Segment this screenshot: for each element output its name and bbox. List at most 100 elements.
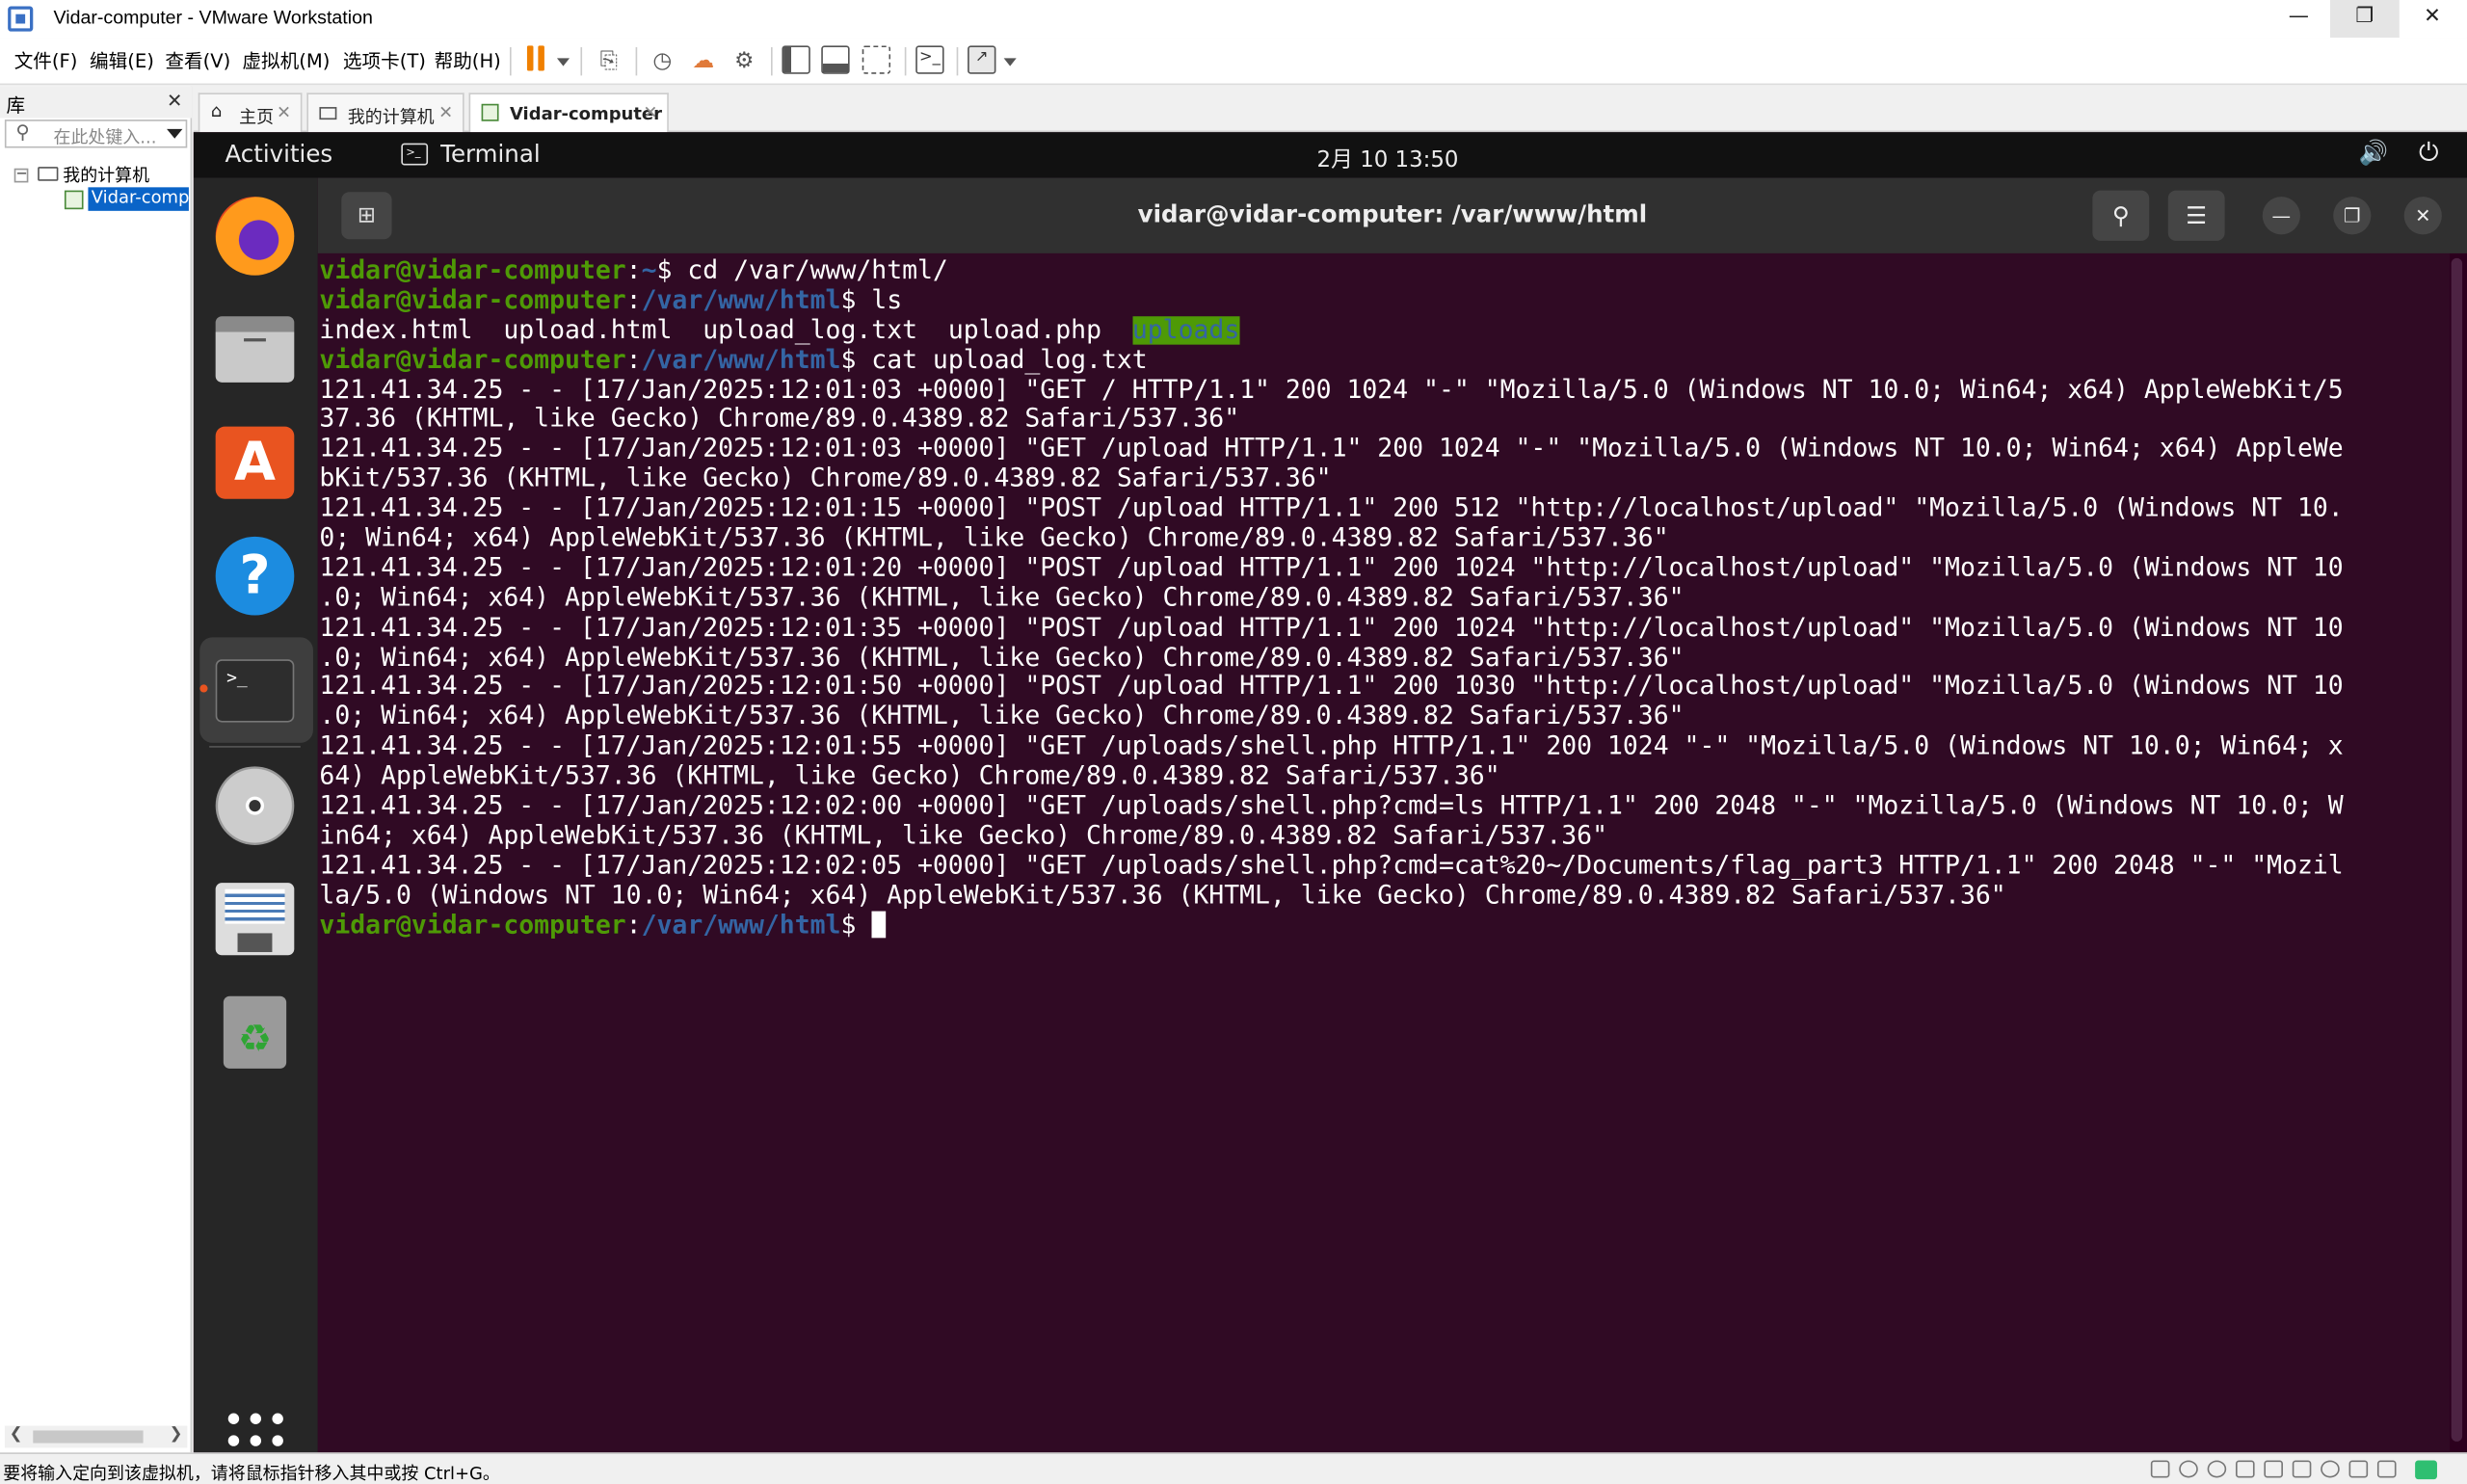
full-screen-icon[interactable] — [862, 45, 891, 74]
log-text: 121.41.34.25 - - [17/Jan/2025:12:01:35 +… — [319, 613, 2344, 642]
scroll-right-icon[interactable]: ❯ — [170, 1426, 183, 1444]
library-search-input[interactable]: ⚲ 在此处键入... — [4, 119, 188, 148]
log-text: 121.41.34.25 - - [17/Jan/2025:12:01:50 +… — [319, 673, 2344, 702]
software-store-icon[interactable]: A — [215, 423, 295, 502]
terminal-line: 64) AppleWebKit/537.36 (KHTML, like Geck… — [319, 762, 2450, 792]
thumbnail-bar-icon[interactable] — [821, 45, 850, 74]
terminal-line: 121.41.34.25 - - [17/Jan/2025:12:02:05 +… — [319, 851, 2450, 881]
vm-display[interactable]: Activities >_ Terminal 2月 10 13:50 🔊 ⏻ A… — [193, 132, 2467, 1453]
search-icon[interactable]: ⚲ — [2092, 190, 2150, 241]
terminal-line: bKit/537.36 (KHTML, like Gecko) Chrome/8… — [319, 464, 2450, 494]
display-icon[interactable] — [2376, 1460, 2397, 1478]
log-text: 121.41.34.25 - - [17/Jan/2025:12:02:05 +… — [319, 851, 2344, 880]
toolbar-separator — [904, 46, 907, 76]
log-text: .0; Win64; x64) AppleWebKit/537.36 (KHTM… — [319, 583, 1684, 612]
close-icon[interactable]: ✕ — [167, 90, 182, 112]
vmware-logo-icon — [8, 6, 34, 32]
network-icon[interactable] — [2264, 1460, 2283, 1478]
cd-drive-icon[interactable] — [2179, 1460, 2198, 1478]
revert-snapshot-icon[interactable]: ☁ — [686, 44, 721, 79]
usb-icon[interactable] — [2292, 1460, 2312, 1478]
maximize-icon[interactable]: ❐ — [2333, 197, 2372, 235]
tree-collapse-toggle[interactable]: − — [13, 168, 29, 183]
files-icon[interactable] — [215, 310, 295, 389]
snapshot-manager-icon[interactable]: ⚙ — [727, 44, 761, 79]
menu-file[interactable]: 文件(F) — [14, 47, 78, 74]
menu-vm[interactable]: 虚拟机(M) — [242, 47, 330, 74]
tree-item-my-computer[interactable]: 我的计算机 — [63, 162, 149, 187]
menu-help[interactable]: 帮助(H) — [435, 47, 501, 74]
window-title: Vidar-computer - VMware Workstation — [53, 6, 373, 29]
terminal-line: 37.36 (KHTML, like Gecko) Chrome/89.0.43… — [319, 405, 2450, 435]
volume-icon[interactable]: 🔊 — [2359, 139, 2389, 167]
stretch-guest-icon[interactable]: ↗ — [968, 45, 996, 74]
scrollbar-thumb[interactable] — [33, 1430, 144, 1444]
toolbar-separator — [956, 46, 959, 76]
log-text: la/5.0 (Windows NT 10.0; Win64; x64) App… — [319, 881, 2006, 910]
terminal-output[interactable]: vidar@vidar-computer:~$ cd /var/www/html… — [317, 252, 2451, 1453]
menu-edit[interactable]: 编辑(E) — [90, 47, 154, 74]
tab-vidar-computer[interactable]: Vidar-computer ✕ — [468, 93, 669, 134]
floppy-icon[interactable] — [215, 880, 295, 959]
library-header: 库 ✕ — [0, 86, 193, 119]
trash-icon[interactable]: ♻ — [216, 993, 295, 1072]
horizontal-scrollbar[interactable]: ❮ ❯ — [4, 1425, 188, 1448]
menu-view[interactable]: 查看(V) — [165, 47, 230, 74]
chevron-down-icon[interactable] — [1003, 58, 1017, 66]
clock[interactable]: 2月 10 13:50 — [1317, 144, 1459, 175]
show-apps-icon[interactable] — [227, 1413, 285, 1453]
cd-drive-icon[interactable] — [2207, 1460, 2227, 1478]
snapshot-icon[interactable]: ◷ — [645, 44, 679, 79]
terminal-cursor — [871, 910, 886, 938]
pause-icon[interactable] — [524, 38, 571, 85]
show-library-icon[interactable] — [782, 45, 810, 74]
power-icon[interactable]: ⏻ — [2419, 137, 2439, 169]
restore-button[interactable]: ❐ — [2329, 0, 2400, 39]
file-name: upload.php — [947, 315, 1102, 345]
computer-icon — [319, 107, 337, 120]
file-name: index.html — [319, 315, 473, 345]
library-panel: 库 ✕ ⚲ 在此处键入... − 我的计算机 Vidar-computer ❮ … — [0, 86, 193, 1453]
log-text: in64; x64) AppleWebKit/537.36 (KHTML, li… — [319, 821, 1607, 850]
scroll-left-icon[interactable]: ❮ — [10, 1426, 23, 1444]
terminal-dock-icon[interactable]: >_ — [215, 651, 295, 730]
log-text: 64) AppleWebKit/537.36 (KHTML, like Geck… — [319, 761, 1500, 791]
chevron-down-icon[interactable] — [167, 128, 183, 139]
activities-button[interactable]: Activities — [225, 140, 332, 168]
tab-label: Vidar-computer — [509, 103, 662, 125]
window-titlebar: Vidar-computer - VMware Workstation — ❐ … — [0, 0, 2467, 39]
close-icon[interactable]: ✕ — [438, 102, 453, 122]
close-icon[interactable]: ✕ — [643, 102, 657, 122]
hamburger-menu-icon[interactable]: ☰ — [2167, 190, 2225, 241]
close-icon[interactable]: ✕ — [277, 102, 291, 122]
send-keys-icon[interactable]: ⎘ — [592, 44, 626, 79]
terminal-line: 121.41.34.25 - - [17/Jan/2025:12:02:00 +… — [319, 791, 2450, 821]
printer-icon[interactable] — [2348, 1460, 2369, 1478]
console-view-icon[interactable]: >_ — [915, 45, 944, 74]
help-icon[interactable]: ? — [215, 536, 295, 616]
terminal-line: la/5.0 (Windows NT 10.0; Win64; x64) App… — [319, 881, 2450, 911]
terminal-line: .0; Win64; x64) AppleWebKit/537.36 (KHTM… — [319, 584, 2450, 614]
tab-label: 我的计算机 — [347, 107, 435, 128]
tab-home[interactable]: ⌂ 主页 ✕ — [198, 93, 303, 133]
minimize-button[interactable]: — — [2264, 0, 2333, 38]
menu-tabs[interactable]: 选项卡(T) — [343, 47, 426, 74]
terminal-line: 121.41.34.25 - - [17/Jan/2025:12:01:03 +… — [319, 376, 2450, 406]
floppy-icon[interactable] — [2235, 1460, 2255, 1478]
disc-icon[interactable] — [215, 766, 295, 845]
sound-icon[interactable] — [2321, 1460, 2340, 1478]
hard-disk-icon[interactable] — [2150, 1460, 2170, 1478]
app-menu-terminal[interactable]: Terminal — [440, 140, 541, 168]
close-icon[interactable]: ✕ — [2403, 197, 2442, 235]
terminal-line: 0; Win64; x64) AppleWebKit/537.36 (KHTML… — [319, 524, 2450, 554]
tab-my-computer[interactable]: 我的计算机 ✕ — [306, 93, 464, 133]
log-text: 121.41.34.25 - - [17/Jan/2025:12:01:15 +… — [319, 493, 2344, 523]
terminal-scrollbar[interactable] — [2451, 257, 2463, 1442]
firefox-icon[interactable] — [215, 197, 295, 276]
prompt-user: vidar@vidar-computer — [319, 286, 626, 315]
tree-item-vidar-computer[interactable]: Vidar-computer — [88, 187, 189, 211]
minimize-icon[interactable]: — — [2262, 197, 2300, 235]
running-indicator — [199, 684, 208, 693]
message-log-icon[interactable] — [2415, 1460, 2437, 1480]
close-window-button[interactable]: ✕ — [2398, 0, 2467, 38]
